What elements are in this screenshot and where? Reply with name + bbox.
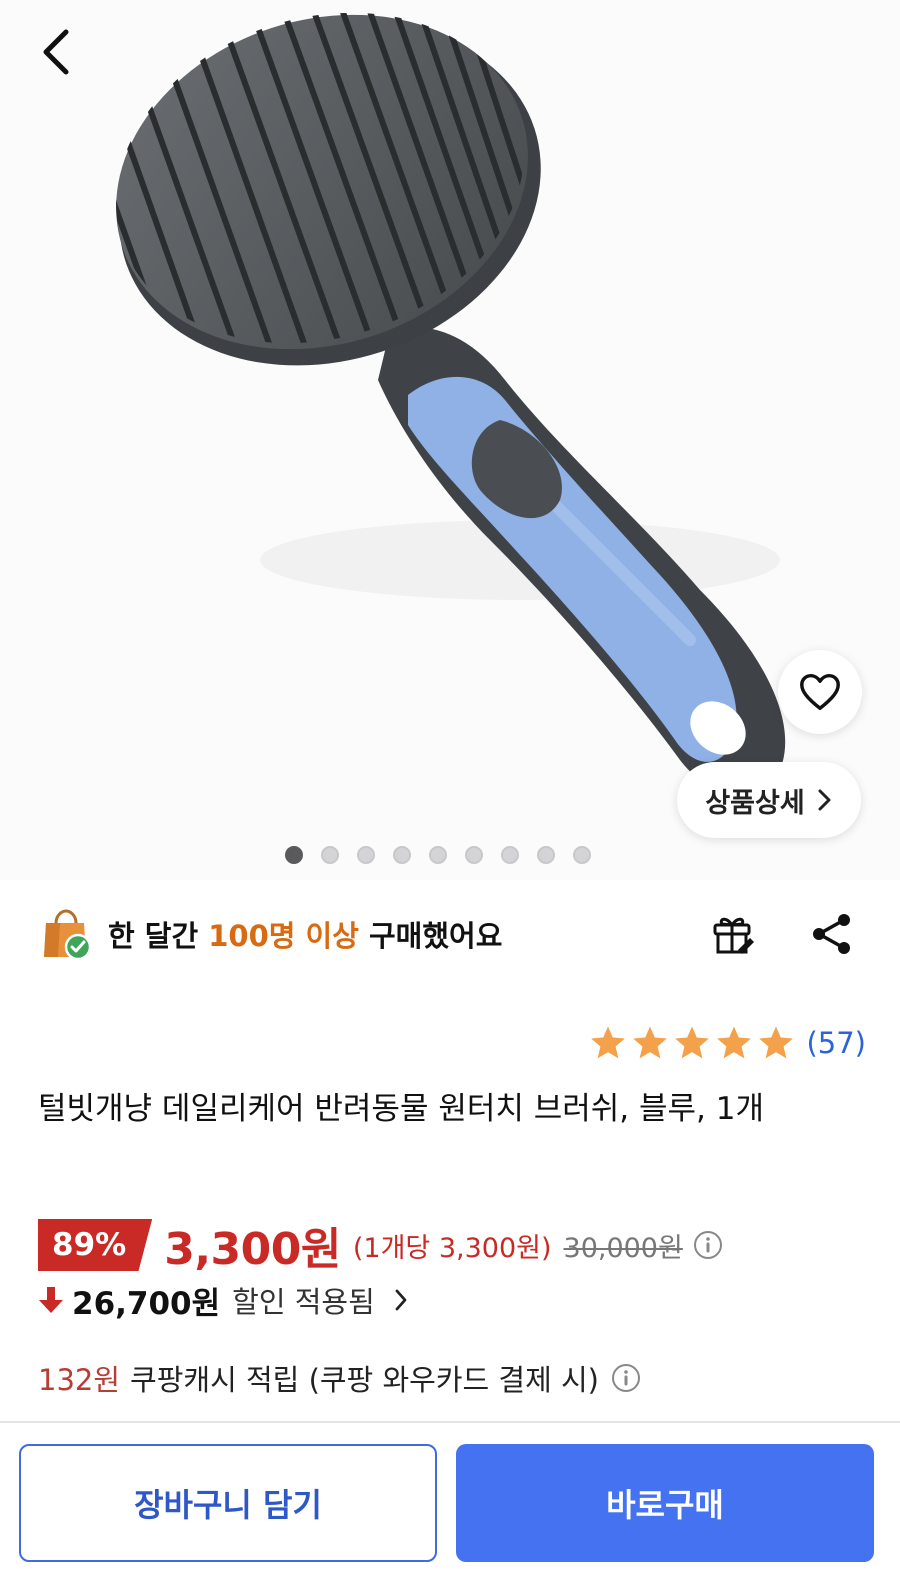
gallery-pagination (285, 846, 591, 864)
info-icon[interactable] (611, 1363, 641, 1393)
star-icon (717, 1026, 752, 1059)
purchase-message-suffix: 구매했어요 (358, 919, 503, 953)
info-icon[interactable] (693, 1230, 723, 1260)
discount-amount: 26,700원 (72, 1285, 221, 1322)
social-proof-row: 한 달간 100명 이상 구매했어요 (40, 902, 870, 966)
price-row: 89% 3,300원 (1개당 3,300원) 30,000원 (38, 1216, 723, 1275)
pagination-dot[interactable] (465, 846, 483, 864)
product-detail-label: 상품상세 (705, 787, 805, 819)
star-icon (759, 1026, 794, 1059)
pagination-dot[interactable] (285, 846, 303, 864)
arrow-down-icon (39, 1287, 63, 1313)
unit-price: (1개당 3,300원) (352, 1232, 552, 1264)
product-detail-button[interactable]: 상품상세 (677, 762, 861, 838)
purchase-count-message: 한 달간 100명 이상 구매했어요 (108, 913, 502, 955)
purchase-count-highlight: 100명 이상 (208, 919, 359, 953)
pagination-dot[interactable] (537, 846, 555, 864)
gift-icon (713, 917, 754, 954)
share-button[interactable] (800, 902, 864, 966)
gift-button[interactable] (700, 902, 764, 966)
buy-now-button[interactable]: 바로구매 (456, 1444, 874, 1562)
star-icon (675, 1026, 710, 1059)
bottom-bar-divider (0, 1421, 900, 1423)
review-count[interactable]: (57) (806, 1026, 866, 1060)
star-icon (633, 1026, 668, 1059)
chevron-right-icon (818, 789, 831, 811)
chevron-right-icon (395, 1289, 407, 1311)
star-icon (591, 1026, 626, 1059)
chevron-left-icon (43, 29, 69, 75)
product-title: 털빗개냥 데일리케어 반려동물 원터치 브러쉬, 블루, 1개 (38, 1091, 764, 1127)
product-photo (92, 1, 786, 794)
share-icon (813, 914, 850, 954)
pagination-dot[interactable] (501, 846, 519, 864)
heart-icon (800, 673, 840, 711)
discount-rate-badge: 89% (38, 1219, 153, 1271)
cashback-row: 132원 쿠팡캐시 적립 (쿠팡 와우카드 결제 시) (38, 1354, 641, 1402)
pagination-dot[interactable] (393, 846, 411, 864)
purchase-message-prefix: 한 달간 (108, 919, 209, 953)
product-image-gallery[interactable]: 상품상세 (0, 0, 900, 880)
pagination-dot[interactable] (573, 846, 591, 864)
pagination-dot[interactable] (321, 846, 339, 864)
wishlist-button[interactable] (778, 650, 862, 734)
sale-price: 3,300원 (164, 1224, 341, 1275)
cashback-text: 쿠팡캐시 적립 (쿠팡 와우카드 결제 시) (130, 1363, 599, 1397)
pagination-dot[interactable] (429, 846, 447, 864)
original-price: 30,000원 (563, 1232, 683, 1264)
shopping-bag-check-icon (44, 909, 92, 961)
cashback-amount: 132원 (38, 1363, 121, 1397)
pagination-dot[interactable] (357, 846, 375, 864)
back-button[interactable] (30, 22, 90, 82)
discount-applied-label: 할인 적용됨 (232, 1285, 375, 1319)
rating-summary[interactable]: (57) (588, 1024, 866, 1062)
add-to-cart-button[interactable]: 장바구니 담기 (19, 1444, 437, 1562)
discount-applied-row[interactable]: 26,700원 할인 적용됨 (38, 1276, 409, 1324)
